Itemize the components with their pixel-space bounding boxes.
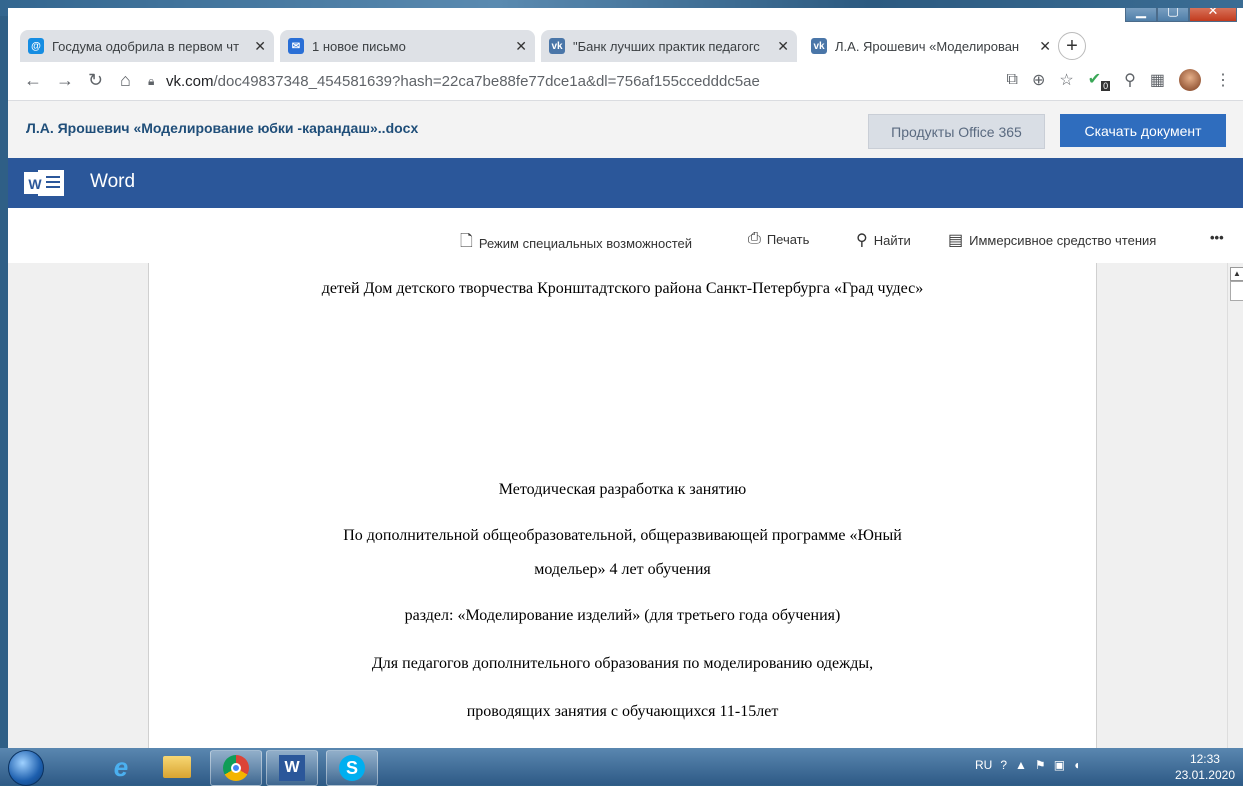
word-app-bar: W Word (8, 158, 1243, 208)
tray-expand-icon[interactable]: ▲ (1015, 758, 1027, 772)
profile-avatar[interactable] (1179, 69, 1201, 91)
window-controls: ▁ ▢ ✕ (1125, 8, 1237, 22)
more-options-button[interactable]: ••• (1210, 230, 1224, 245)
address-bar[interactable]: vk.com/doc49837348_454581639?hash=22ca7b… (166, 73, 760, 90)
document-area: детей Дом детского творчества Кронштадтс… (8, 263, 1227, 748)
close-icon[interactable]: ✕ (254, 38, 266, 55)
word-logo-icon: W (24, 170, 64, 196)
mail-envelope-icon: ✉ (288, 38, 304, 54)
url-host: vk.com (166, 73, 214, 90)
download-document-button[interactable]: Скачать документ (1060, 114, 1226, 147)
document-title: Л.А. Ярошевич «Моделирование юбки -каран… (26, 120, 419, 136)
doc-line: Для педагогов дополнительного образовани… (371, 655, 874, 672)
internet-explorer-icon[interactable]: e (96, 750, 146, 784)
forward-icon[interactable]: → (56, 70, 74, 91)
app-name: Word (90, 171, 136, 192)
tab-title: "Банк лучших практик педагогс (573, 38, 760, 54)
extension-pin-icon[interactable]: ⚲ (1124, 70, 1136, 90)
accessibility-doc-icon: 🗋︎ (460, 233, 473, 250)
print-button[interactable]: ⎙ Печать (748, 230, 809, 248)
tab-mail[interactable]: ✉ 1 новое письмо ✕ (280, 30, 535, 62)
scroll-up-icon[interactable]: ▲ (1230, 267, 1243, 281)
maximize-button[interactable]: ▢ (1157, 8, 1189, 22)
file-explorer-icon[interactable] (152, 750, 202, 784)
new-tab-button[interactable]: + (1058, 32, 1086, 60)
extension-badge: 0 (1101, 80, 1111, 91)
home-icon[interactable]: ⌂ (120, 70, 131, 91)
minimize-button[interactable]: ▁ (1125, 8, 1157, 22)
vertical-scrollbar[interactable]: ▲ (1227, 263, 1243, 748)
close-window-button[interactable]: ✕ (1189, 8, 1237, 22)
doc-line: модельер» 4 лет обучения (534, 561, 711, 578)
find-button[interactable]: ⚲ Найти (856, 230, 911, 250)
volume-icon[interactable]: ◖ (1073, 758, 1080, 772)
zoom-icon[interactable]: ⊕ (1032, 70, 1045, 90)
chrome-taskbar-icon[interactable] (210, 750, 262, 786)
tab-bank-practices[interactable]: vk "Банк лучших практик педагогс ✕ (541, 30, 797, 62)
reload-icon[interactable]: ↻ (88, 70, 103, 91)
immersive-label: Иммерсивное средство чтения (969, 232, 1157, 248)
network-icon[interactable]: ▣ (1054, 758, 1065, 772)
accessibility-label: Режим специальных возможностей (478, 236, 692, 251)
url-path: /doc49837348_454581639?hash=22ca7be88fe7… (213, 73, 760, 90)
clock-time: 12:33 (1189, 752, 1220, 766)
immersive-reader-icon: ▤ (948, 232, 964, 249)
system-tray: RU ? ▲ ⚑ ▣ ◖ (975, 758, 1080, 772)
help-icon[interactable]: ? (1000, 758, 1007, 772)
accessibility-mode-button[interactable]: 🗋︎ Режим специальных возможностей (460, 230, 692, 257)
reader-ribbon: 🗋︎ Режим специальных возможностей ⎙ Печа… (8, 208, 1243, 263)
tab-document[interactable]: vk Л.А. Ярошевич «Моделирован ✕ (803, 30, 1059, 62)
language-indicator[interactable]: RU (975, 758, 992, 772)
office-header: Л.А. Ярошевич «Моделирование юбки -каран… (8, 101, 1243, 159)
tab-title: 1 новое письмо (312, 38, 406, 54)
find-label: Найти (873, 232, 911, 248)
doc-line: По дополнительной общеобразовательной, о… (343, 527, 902, 544)
skype-taskbar-icon[interactable]: S (326, 750, 378, 786)
document-page: детей Дом детского творчества Кронштадтс… (148, 263, 1097, 748)
vk-icon: vk (549, 38, 565, 54)
tab-bar: @ Госдума одобрила в первом чт ✕ ✉ 1 нов… (8, 8, 1243, 62)
scroll-thumb[interactable] (1230, 281, 1243, 301)
flag-icon[interactable]: ⚑ (1035, 758, 1046, 772)
back-icon[interactable]: ← (24, 70, 42, 91)
tab-title: Госдума одобрила в первом чт (52, 38, 240, 54)
toolbar-icons: ⧉ ⊕ ☆ ✔ 0 ⚲ ▦ ⋮ (1007, 69, 1231, 91)
taskbar-clock[interactable]: 12:33 23.01.2020 (1175, 751, 1235, 783)
windows-taskbar: e W S RU ? ▲ ⚑ ▣ ◖ 12:33 23.01.2020 (0, 748, 1243, 786)
tab-title: Л.А. Ярошевич «Моделирован (835, 38, 1020, 54)
clock-date: 23.01.2020 (1174, 768, 1235, 782)
vk-icon: vk (811, 38, 827, 54)
menu-dots-icon[interactable]: ⋮ (1215, 70, 1231, 90)
word-taskbar-icon[interactable]: W (266, 750, 318, 786)
doc-line: проводящих занятия с обучающихся 11-15ле… (466, 703, 779, 720)
svg-text:W: W (28, 176, 42, 192)
browser-window: @ Госдума одобрила в первом чт ✕ ✉ 1 нов… (8, 8, 1243, 748)
office-products-button[interactable]: Продукты Office 365 (868, 114, 1045, 149)
lock-icon: 🔒︎ (148, 74, 155, 88)
extension-check-icon[interactable]: ✔ 0 (1088, 69, 1111, 91)
close-icon[interactable]: ✕ (515, 38, 527, 55)
tab-gosduma[interactable]: @ Госдума одобрила в первом чт ✕ (20, 30, 274, 62)
browser-toolbar: ← → ↻ ⌂ 🔒︎ vk.com/doc49837348_454581639?… (8, 62, 1243, 101)
extension-square-icon[interactable]: ▦ (1150, 70, 1165, 90)
immersive-reader-button[interactable]: ▤ Иммерсивное средство чтения (948, 230, 1156, 250)
doc-line: раздел: «Моделирование изделий» (для тре… (404, 607, 841, 624)
bookmark-star-icon[interactable]: ☆ (1059, 70, 1073, 90)
print-label: Печать (766, 231, 810, 247)
close-icon[interactable]: ✕ (777, 38, 789, 55)
start-button[interactable] (8, 750, 44, 786)
printer-icon: ⎙ (748, 230, 761, 247)
search-icon: ⚲ (856, 232, 868, 249)
doc-line: детей Дом детского творчества Кронштадтс… (321, 280, 924, 297)
doc-line: Методическая разработка к занятию (498, 481, 747, 498)
mail-ru-icon: @ (28, 38, 44, 54)
close-icon[interactable]: ✕ (1039, 38, 1051, 55)
translate-icon[interactable]: ⧉ (1007, 71, 1018, 89)
